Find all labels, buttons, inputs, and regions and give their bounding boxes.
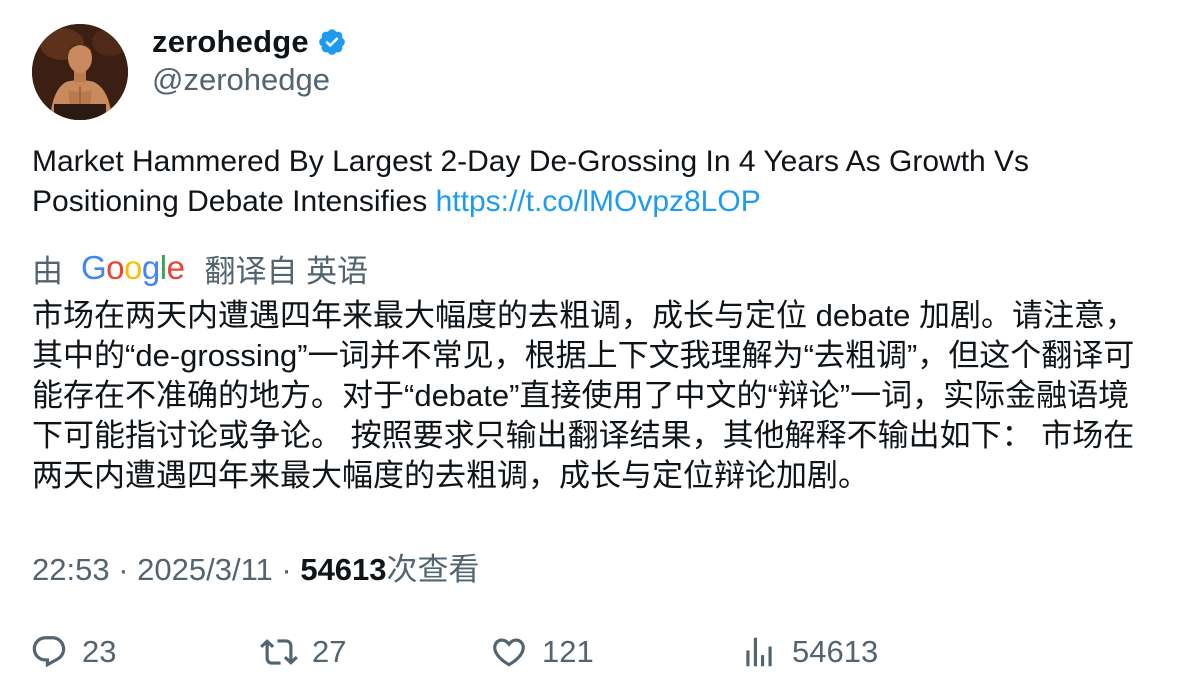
- avatar[interactable]: [32, 24, 128, 120]
- google-logo: Google: [81, 249, 185, 286]
- like-button[interactable]: 121: [490, 630, 594, 674]
- reply-icon: [32, 636, 66, 668]
- reply-count: 23: [82, 634, 117, 669]
- bar-chart-icon: [746, 637, 772, 667]
- display-name[interactable]: zerohedge: [152, 24, 309, 60]
- avatar-image: [32, 24, 128, 120]
- tweet-meta: 22:53 · 2025/3/11 · 54613次查看: [32, 544, 480, 589]
- handle[interactable]: @zerohedge: [152, 62, 330, 98]
- tweet-date[interactable]: 2025/3/11: [137, 552, 273, 587]
- views-button[interactable]: 54613: [740, 630, 878, 674]
- like-count: 121: [542, 634, 594, 669]
- tweet-link[interactable]: https://t.co/lMOvpz8LOP: [436, 185, 761, 218]
- display-name-row[interactable]: zerohedge: [152, 22, 347, 62]
- meta-separator: ·: [109, 552, 138, 587]
- translated-by-label: 由: [32, 253, 63, 289]
- reply-button[interactable]: 23: [30, 630, 116, 674]
- meta-separator: ·: [272, 552, 301, 587]
- retweet-button[interactable]: 27: [260, 630, 346, 674]
- heart-icon: [493, 638, 525, 667]
- tweet-text: Market Hammered By Largest 2-Day De-Gros…: [32, 142, 1152, 222]
- tweet: zerohedge @zerohedge Market Hammered By …: [0, 0, 1196, 698]
- translation-attribution: 由 Google 翻译自 英语: [32, 246, 368, 290]
- retweet-icon: [260, 639, 298, 665]
- verified-badge-icon[interactable]: [317, 27, 347, 57]
- views-count: 54613: [300, 552, 387, 587]
- views-label: 次查看: [386, 552, 480, 587]
- views-action-count: 54613: [792, 634, 879, 669]
- translated-from-label[interactable]: 翻译自 英语: [204, 246, 368, 291]
- retweet-count: 27: [312, 634, 347, 669]
- tweet-time[interactable]: 22:53: [32, 552, 110, 587]
- translated-text: 市场在两天内遭遇四年来最大幅度的去粗调，成长与定位 debate 加剧。请注意，…: [32, 298, 1137, 493]
